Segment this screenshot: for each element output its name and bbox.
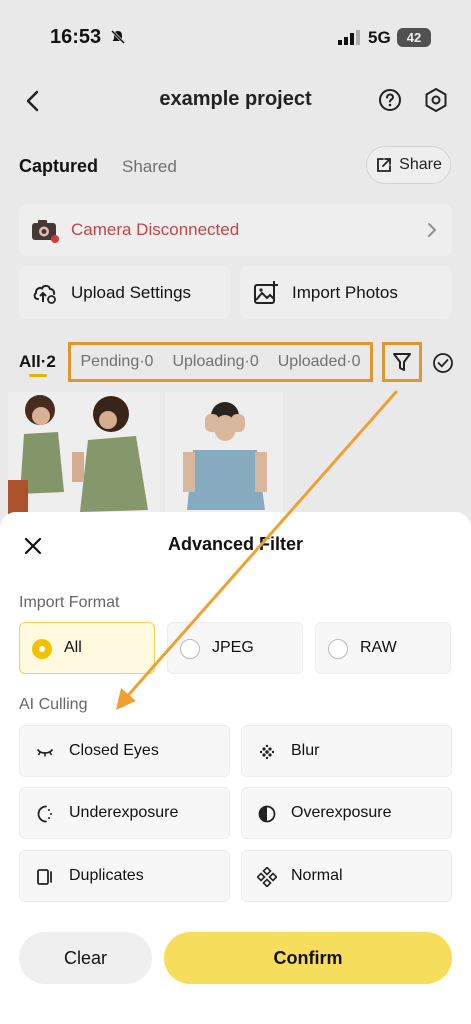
ai-option-underexposure[interactable]: Underexposure xyxy=(19,787,230,839)
ai-option-label: Overexposure xyxy=(291,804,392,821)
ai-option-duplicates[interactable]: Duplicates xyxy=(19,850,230,902)
ai-option-normal[interactable]: Normal xyxy=(241,850,452,902)
format-option-jpeg[interactable]: JPEG xyxy=(167,622,303,674)
normal-icon xyxy=(257,867,277,887)
confirm-button[interactable]: Confirm xyxy=(164,932,452,984)
advanced-filter-sheet: Advanced Filter Import Format All JPEG R… xyxy=(0,512,471,1024)
ai-option-closed-eyes[interactable]: Closed Eyes xyxy=(19,725,230,777)
duplicates-icon xyxy=(37,869,52,885)
import-format-label: Import Format xyxy=(19,594,120,611)
ai-culling-label: AI Culling xyxy=(19,696,88,713)
ai-option-label: Blur xyxy=(291,742,320,759)
closed-eyes-icon xyxy=(37,749,53,757)
ai-option-overexposure[interactable]: Overexposure xyxy=(241,787,452,839)
ai-option-label: Underexposure xyxy=(69,804,179,821)
radio-unselected xyxy=(180,639,200,659)
format-option-all[interactable]: All xyxy=(19,622,155,674)
radio-unselected xyxy=(328,639,348,659)
clear-button[interactable]: Clear xyxy=(19,932,152,984)
blur-icon xyxy=(259,744,275,760)
ai-option-label: Closed Eyes xyxy=(69,742,159,759)
ai-option-label: Normal xyxy=(291,867,343,884)
ai-option-label: Duplicates xyxy=(69,867,144,884)
format-option-label: All xyxy=(64,639,82,656)
overexposure-icon xyxy=(258,805,276,823)
format-option-label: JPEG xyxy=(212,639,254,656)
format-option-label: RAW xyxy=(360,639,397,656)
format-option-raw[interactable]: RAW xyxy=(315,622,451,674)
underexposure-icon xyxy=(37,805,52,823)
radio-selected xyxy=(32,639,52,659)
ai-option-blur[interactable]: Blur xyxy=(241,725,452,777)
sheet-title: Advanced Filter xyxy=(167,534,304,554)
